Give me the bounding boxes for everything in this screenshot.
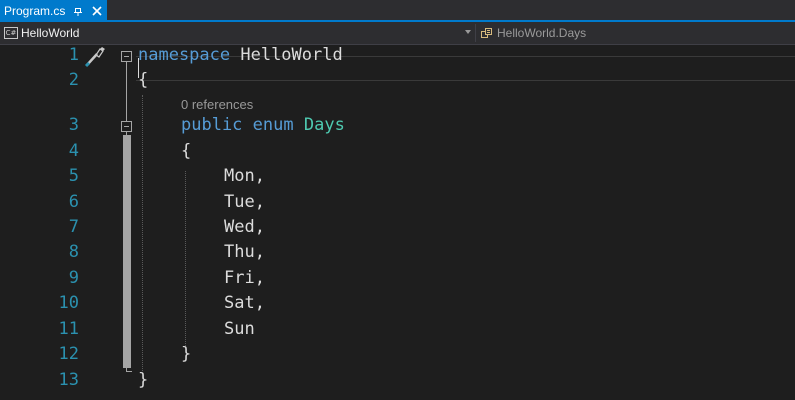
- line-number: 1: [68, 45, 79, 65]
- enum-name: Days: [303, 115, 345, 135]
- line-number: 10: [58, 293, 79, 313]
- close-icon[interactable]: [90, 0, 104, 22]
- document-tab-strip: Program.cs: [0, 0, 795, 22]
- tab-program-cs[interactable]: Program.cs: [0, 0, 107, 22]
- code-line-11: Sun: [224, 319, 255, 339]
- line-number: 8: [68, 242, 79, 262]
- code-line-2: {: [138, 70, 149, 90]
- outline-end: [126, 371, 132, 372]
- project-label: HelloWorld: [21, 26, 80, 40]
- pin-icon[interactable]: [72, 0, 84, 22]
- code-line-13: }: [138, 370, 149, 390]
- line-number: 11: [58, 319, 79, 339]
- collapse-namespace-toggle[interactable]: [121, 51, 132, 62]
- code-line-9: Fri,: [224, 268, 265, 288]
- code-line-1: namespace HelloWorld: [138, 43, 343, 68]
- codelens-references[interactable]: 0 references: [181, 96, 253, 114]
- enum-member-icon: [481, 27, 493, 39]
- line-number: 4: [68, 141, 79, 161]
- code-line-3: public enum Days: [181, 113, 345, 138]
- keyword-public: public: [181, 115, 243, 135]
- namespace-name: HelloWorld: [230, 45, 343, 65]
- code-line-4: {: [181, 141, 192, 161]
- outline-region-bar: [123, 135, 131, 368]
- navigation-bar: C# HelloWorld HelloWorld.Days: [0, 22, 795, 45]
- csharp-project-icon: C#: [4, 27, 18, 39]
- member-dropdown[interactable]: HelloWorld.Days: [476, 22, 795, 44]
- indent-guide: [185, 171, 186, 346]
- code-line-7: Wed,: [224, 217, 265, 237]
- collapse-enum-toggle[interactable]: [121, 121, 132, 132]
- quick-actions-brush-icon[interactable]: [80, 45, 106, 69]
- code-line-10: Sat,: [224, 293, 265, 313]
- line-number: 9: [68, 268, 79, 288]
- line-number: 3: [68, 115, 79, 135]
- code-editor[interactable]: 1 2 3 4 5 6 7 8 9 10 11 12 13 namespace …: [0, 45, 795, 400]
- code-line-12: }: [181, 344, 192, 364]
- keyword-namespace: namespace: [138, 45, 231, 65]
- line-number: 7: [68, 217, 79, 237]
- code-line-5: Mon,: [224, 166, 265, 186]
- code-line-8: Thu,: [224, 242, 265, 262]
- chevron-down-icon[interactable]: [465, 30, 471, 34]
- tab-title: Program.cs: [4, 4, 66, 18]
- line-number: 13: [58, 370, 79, 390]
- line-number: 12: [58, 344, 79, 364]
- line-number: 6: [68, 192, 79, 212]
- indent-guide: [142, 95, 143, 371]
- keyword-enum: enum: [252, 115, 294, 135]
- project-dropdown[interactable]: C# HelloWorld: [0, 22, 475, 44]
- code-line-6: Tue,: [224, 192, 265, 212]
- line-number: 2: [68, 70, 79, 90]
- member-label: HelloWorld.Days: [497, 26, 587, 40]
- line-number: 5: [68, 166, 79, 186]
